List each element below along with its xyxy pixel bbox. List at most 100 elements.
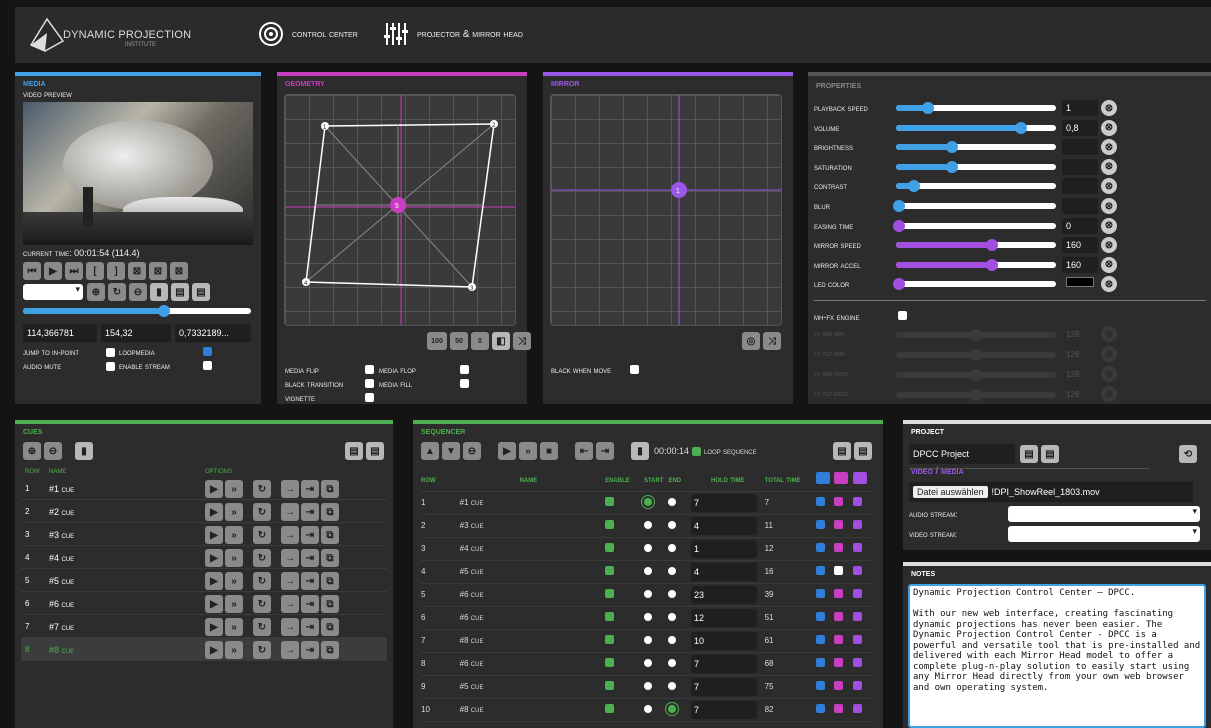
fast-forward-icon[interactable]: » (225, 549, 243, 567)
shuffle-icon[interactable]: ⤨ (763, 332, 781, 350)
hold-time-input[interactable]: 7 (690, 677, 757, 696)
start-radio[interactable] (643, 520, 652, 529)
copy-icon[interactable]: ⧉ (321, 526, 339, 544)
export-icon[interactable]: ▤ (345, 442, 363, 460)
media-checkbox[interactable] (815, 543, 825, 552)
mirror-checkbox[interactable] (852, 612, 862, 621)
sequence-row[interactable]: 7 #8 Cue 10 61 (421, 629, 871, 653)
end-radio[interactable] (668, 497, 677, 506)
delete-cue-icon[interactable]: ▮ (75, 442, 93, 460)
value-field-2[interactable]: 154,32 (101, 324, 171, 342)
end-radio[interactable] (668, 704, 677, 713)
media-checkbox[interactable] (815, 497, 825, 506)
move-up-icon[interactable]: ▲ (421, 442, 439, 460)
geometry-column-icon[interactable] (834, 472, 849, 485)
sequence-row[interactable]: 5 #6 Cue 23 39 (421, 583, 871, 607)
insert-icon[interactable]: ⇥ (301, 572, 319, 590)
reset-icon[interactable]: ↻ (253, 480, 271, 498)
copy-icon[interactable]: ⧉ (321, 549, 339, 567)
reset-icon[interactable]: ⊗ (1101, 366, 1117, 382)
mirror-checkbox[interactable] (852, 543, 862, 552)
cue-row[interactable]: 5 #5 Cue ▶» ↻ → ⇥ ⧉ (21, 569, 387, 592)
cue-row[interactable]: 1 #1 Cue ▶» ↻ → ⇥ ⧉ (21, 477, 387, 500)
fast-forward-icon[interactable]: » (519, 442, 537, 460)
file-chooser[interactable]: Datei auswählen !DPI_ShowReel_1803.mov (909, 482, 1193, 502)
reset-icon[interactable]: ↻ (253, 526, 271, 544)
insert-icon[interactable]: ⇥ (301, 549, 319, 567)
start-radio[interactable] (643, 658, 652, 667)
mirror-checkbox[interactable] (852, 681, 862, 690)
led-color-swatch[interactable] (1066, 277, 1094, 288)
play-icon[interactable]: ▶ (44, 262, 62, 280)
property-slider[interactable] (896, 258, 1056, 271)
insert-icon[interactable]: ⇥ (301, 618, 319, 636)
enable-checkbox[interactable] (605, 612, 615, 621)
reset-icon[interactable]: ↻ (253, 618, 271, 636)
shuffle-icon[interactable]: ⤨ (513, 332, 531, 350)
insert-icon[interactable]: ⇥ (301, 503, 319, 521)
mirror-grid[interactable]: 1 (550, 94, 782, 326)
sequence-row[interactable]: 1 #1 Cue 7 7 (421, 491, 871, 515)
geometry-checkbox[interactable] (834, 497, 844, 506)
media-column-icon[interactable] (815, 472, 830, 485)
start-radio[interactable] (643, 681, 652, 690)
delete-icon[interactable]: ▮ (150, 283, 168, 301)
mirror-checkbox[interactable] (852, 566, 862, 575)
end-radio[interactable] (668, 658, 677, 667)
reset-icon[interactable]: ⊗ (1101, 326, 1117, 342)
center-icon[interactable]: ◎ (742, 332, 760, 350)
enable-checkbox[interactable] (605, 497, 615, 506)
play-icon[interactable]: ▶ (205, 480, 223, 498)
geometry-checkbox[interactable] (834, 520, 844, 529)
arrow-right-icon[interactable]: → (281, 549, 299, 567)
clear-out-icon[interactable]: ⊠ (149, 262, 167, 280)
fast-forward-icon[interactable]: » (225, 595, 243, 613)
delete-icon[interactable]: ▮ (631, 442, 649, 460)
fast-forward-icon[interactable]: » (225, 526, 243, 544)
enable-checkbox[interactable] (605, 681, 615, 690)
hold-time-input[interactable]: 23 (690, 585, 757, 604)
preset-50-button[interactable]: 50 (450, 332, 468, 350)
zoom-out-icon[interactable]: ⊖ (129, 283, 147, 301)
clear-in-icon[interactable]: ⊠ (128, 262, 146, 280)
property-value[interactable]: 160 (1062, 237, 1098, 254)
file-add-icon[interactable]: ▤ (192, 283, 210, 301)
cue-row[interactable]: 7 #7 Cue ▶» ↻ → ⇥ ⧉ (21, 615, 387, 638)
nav-projector[interactable]: Projector & Mirror Head (383, 21, 523, 47)
nav-control-center[interactable]: Control Center (258, 21, 358, 47)
media-checkbox[interactable] (815, 612, 825, 621)
reset-icon[interactable]: ↻ (253, 641, 271, 659)
property-value[interactable] (1062, 158, 1098, 175)
out-point-icon[interactable]: ] (107, 262, 125, 280)
media-checkbox[interactable] (815, 566, 825, 575)
geometry-checkbox[interactable] (834, 612, 844, 621)
hold-time-input[interactable]: 4 (690, 516, 757, 535)
skip-forward-icon[interactable]: ⏭ (65, 262, 83, 280)
property-slider[interactable] (896, 180, 1056, 193)
media-flop-checkbox[interactable] (460, 365, 469, 374)
export-icon[interactable]: ▤ (833, 442, 851, 460)
reset-icon[interactable]: ⊗ (1101, 276, 1117, 293)
project-load-icon[interactable]: ▤ (1041, 445, 1059, 463)
sequence-row[interactable]: 4 #5 Cue 4 16 (421, 560, 871, 584)
media-fill-checkbox[interactable] (460, 379, 469, 388)
play-icon[interactable]: ▶ (205, 526, 223, 544)
arrow-right-icon[interactable]: → (281, 572, 299, 590)
project-sync-icon[interactable]: ⟲ (1179, 445, 1197, 463)
start-radio[interactable] (643, 543, 652, 552)
enable-checkbox[interactable] (605, 635, 615, 644)
cue-row[interactable]: 6 #6 Cue ▶» ↻ → ⇥ ⧉ (21, 592, 387, 615)
arrow-right-icon[interactable]: → (281, 618, 299, 636)
import-icon[interactable]: ▤ (366, 442, 384, 460)
step-back-icon[interactable]: ⇤ (575, 442, 593, 460)
play-icon[interactable]: ▶ (205, 572, 223, 590)
end-radio[interactable] (668, 635, 677, 644)
fx-slider[interactable] (896, 369, 1056, 381)
start-radio[interactable] (643, 704, 652, 713)
end-radio[interactable] (668, 520, 677, 529)
play-icon[interactable]: ▶ (498, 442, 516, 460)
reset-icon[interactable]: ⊗ (1101, 198, 1117, 214)
reset-icon[interactable]: ⊗ (1101, 158, 1117, 175)
fast-forward-icon[interactable]: » (225, 641, 243, 659)
hold-time-input[interactable]: 7 (690, 700, 757, 719)
